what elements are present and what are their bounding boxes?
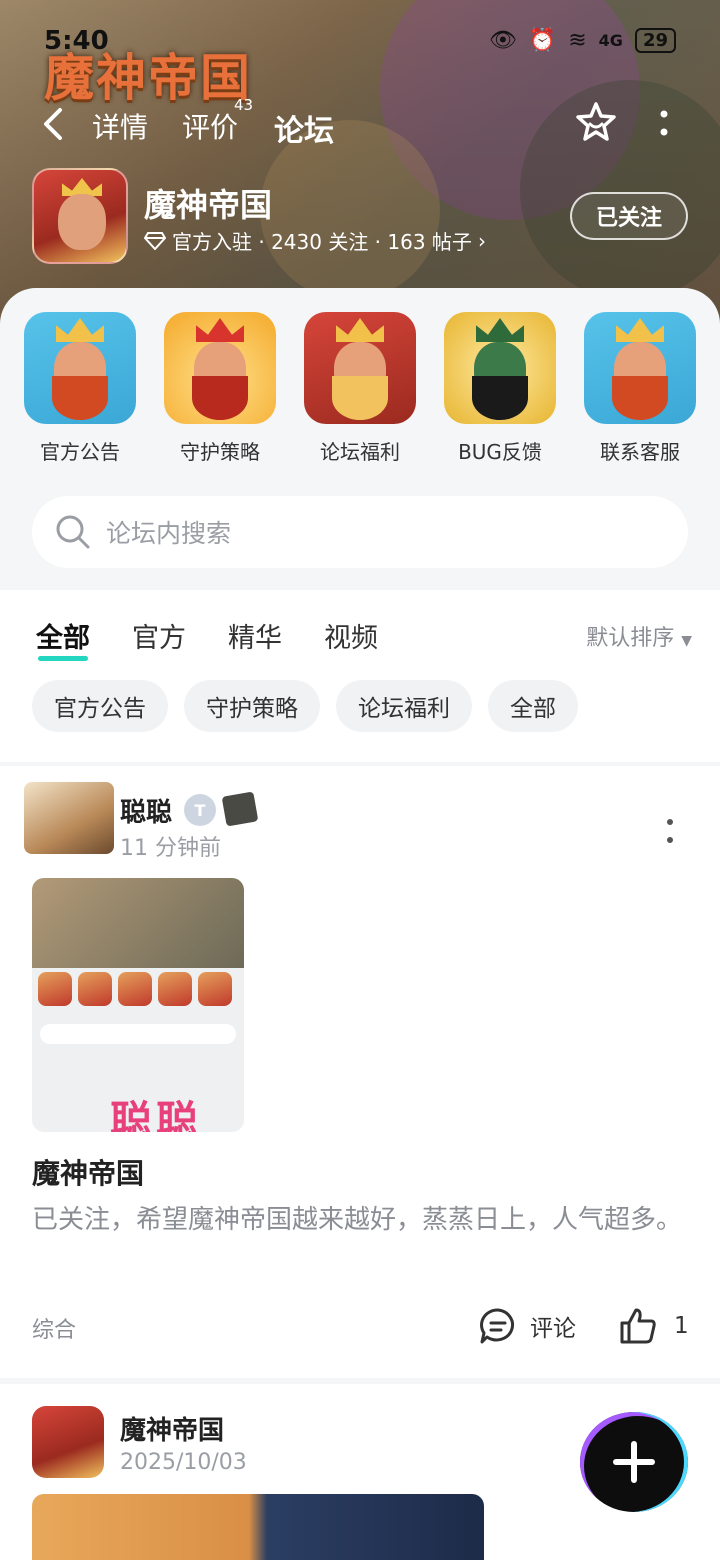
create-post-button[interactable] [580, 1412, 688, 1512]
game-avatar[interactable] [32, 168, 128, 264]
category-forum-welfare[interactable]: 论坛福利 [304, 312, 416, 465]
category-official-notice[interactable]: 官方公告 [24, 312, 136, 465]
search-input[interactable]: 论坛内搜索 [32, 496, 688, 568]
sort-label: 默认排序 [586, 626, 675, 651]
follow-button[interactable]: 已关注 [570, 192, 688, 240]
plus-icon [613, 1441, 655, 1483]
post-title[interactable]: 魔神帝国 [32, 1152, 144, 1192]
post-tag[interactable]: 综合 [32, 1312, 76, 1344]
eye-icon: 👁 [488, 28, 517, 53]
category-card: 官方公告 守护策略 论坛福利 BUG反馈 联系客服 论坛内搜索 [0, 288, 720, 590]
post-image[interactable]: 聪聪 [32, 878, 244, 1132]
chip-strategy[interactable]: 守护策略 [184, 680, 320, 732]
category-label: 论坛福利 [320, 440, 400, 464]
like-button[interactable]: 1 [618, 1306, 689, 1346]
game-meta[interactable]: 官方入驻 · 2430 关注 · 163 帖子 › [144, 226, 486, 255]
post-card[interactable]: 聪聪 T 11 分钟前 聪聪 魔神帝国 已关注，希望魔神帝国越来越好，蒸蒸日上，… [0, 766, 720, 1378]
thumbs-up-icon [620, 1308, 656, 1344]
category-icon [164, 312, 276, 424]
caret-down-icon: ▼ [681, 633, 692, 649]
wifi-icon: ≋ [568, 28, 587, 53]
tab-forum[interactable]: 论坛 [272, 106, 336, 152]
avatar[interactable] [32, 1406, 104, 1478]
status-bar: 5:40 👁 ⏰ ≋ 4G 29 [0, 22, 720, 62]
category-label: 官方公告 [40, 440, 120, 464]
comment-label: 评论 [530, 1316, 576, 1342]
category-label: 守护策略 [180, 440, 260, 464]
chip-forum-welfare[interactable]: 论坛福利 [336, 680, 472, 732]
achievement-badge-icon [221, 791, 259, 827]
category-strategy[interactable]: 守护策略 [164, 312, 276, 465]
like-count: 1 [674, 1313, 689, 1339]
tab-official[interactable]: 官方 [132, 616, 186, 655]
post-image[interactable] [32, 1494, 484, 1560]
category-label: 联系客服 [600, 440, 680, 464]
signal-icon: 4G [598, 31, 623, 50]
comment-icon [480, 1308, 514, 1344]
category-icon [584, 312, 696, 424]
diamond-icon [144, 231, 166, 250]
post-time: 11 分钟前 [120, 836, 221, 861]
game-info: 魔神帝国 官方入驻 · 2430 关注 · 163 帖子 › 已关注 [32, 168, 692, 264]
tab-reviews[interactable]: 评价 [182, 106, 238, 146]
chip-official-notice[interactable]: 官方公告 [32, 680, 168, 732]
game-meta-text: 官方入驻 · 2430 关注 · 163 帖子 [172, 230, 472, 254]
level-badge: T [184, 794, 216, 826]
category-bug-feedback[interactable]: BUG反馈 [444, 312, 556, 465]
image-watermark: 聪聪 [110, 1097, 203, 1132]
search-placeholder: 论坛内搜索 [106, 519, 232, 548]
post-body[interactable]: 已关注，希望魔神帝国越来越好，蒸蒸日上，人气超多。 [32, 1200, 692, 1240]
category-customer-service[interactable]: 联系客服 [584, 312, 696, 465]
chevron-right-icon: › [477, 228, 486, 253]
favorite-star-icon[interactable] [574, 100, 618, 144]
category-icon [444, 312, 556, 424]
tab-video[interactable]: 视频 [324, 616, 378, 655]
category-icon [304, 312, 416, 424]
comment-button[interactable]: 评论 [478, 1306, 576, 1346]
tab-details[interactable]: 详情 [92, 106, 148, 146]
more-vertical-icon[interactable] [654, 106, 674, 142]
filter-area: 全部 官方 精华 视频 默认排序 ▼ 官方公告 守护策略 论坛福利 全部 [0, 590, 720, 762]
post-author[interactable]: 聪聪 [120, 792, 172, 829]
reviews-count: 43 [234, 96, 254, 114]
sort-dropdown[interactable]: 默认排序 ▼ [586, 620, 692, 652]
alarm-icon: ⏰ [528, 28, 557, 53]
category-label: BUG反馈 [458, 440, 542, 464]
post-time: 2025/10/03 [120, 1450, 247, 1475]
back-icon[interactable] [38, 104, 72, 144]
battery-icon: 29 [634, 28, 676, 53]
category-icon [24, 312, 136, 424]
avatar[interactable] [24, 782, 114, 854]
game-name: 魔神帝国 [144, 186, 273, 224]
more-vertical-icon[interactable] [664, 816, 676, 846]
top-nav: 详情 评价 43 论坛 [0, 96, 720, 156]
search-icon [56, 515, 90, 549]
status-time: 5:40 [44, 26, 109, 56]
chip-all[interactable]: 全部 [488, 680, 578, 732]
tab-featured[interactable]: 精华 [228, 616, 282, 655]
tab-all[interactable]: 全部 [36, 616, 90, 661]
post-author[interactable]: 魔神帝国 [120, 1410, 224, 1447]
